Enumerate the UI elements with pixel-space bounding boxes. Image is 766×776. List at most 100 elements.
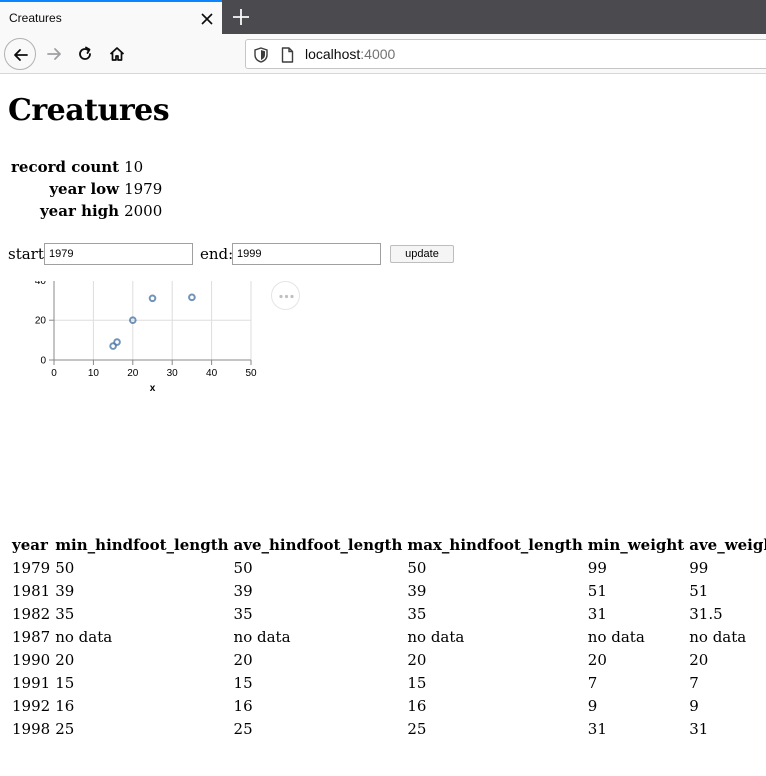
url-host: localhost bbox=[305, 46, 361, 62]
table-cell: 7 bbox=[689, 673, 699, 692]
table-cell: 15 bbox=[233, 673, 253, 692]
table-cell: 1992 bbox=[12, 696, 51, 715]
start-input[interactable] bbox=[44, 243, 193, 265]
table-cell: 39 bbox=[407, 581, 427, 600]
table-cell: 1981 bbox=[12, 581, 51, 600]
reload-button[interactable] bbox=[69, 38, 101, 70]
x-tick-label: 0 bbox=[51, 368, 57, 379]
table-cell: 1987 bbox=[12, 627, 51, 646]
table-cell: 20 bbox=[233, 650, 253, 669]
table-cell: 20 bbox=[587, 650, 607, 669]
table-cell: 31 bbox=[689, 719, 709, 738]
table-cell: 1991 bbox=[12, 673, 51, 692]
table-header-row: year min_hindfoot_length ave_hindfoot_le… bbox=[10, 535, 766, 555]
stats-label: year high bbox=[39, 202, 120, 220]
table-cell: 35 bbox=[407, 604, 427, 623]
end-input[interactable] bbox=[232, 243, 381, 265]
x-tick-label: 10 bbox=[88, 368, 100, 379]
column-header: ave_hindfoot_length bbox=[233, 536, 403, 554]
shield-icon[interactable] bbox=[254, 47, 268, 67]
chart-actions-menu[interactable] bbox=[271, 281, 300, 310]
table-cell: 15 bbox=[407, 673, 427, 692]
nav-bar: localhost:4000 bbox=[0, 34, 766, 74]
data-point[interactable] bbox=[148, 294, 157, 303]
reload-icon bbox=[79, 46, 91, 60]
table-cell: 16 bbox=[407, 696, 427, 715]
table-cell: 50 bbox=[55, 558, 75, 577]
stats-row-year-low: year low 1979 bbox=[10, 179, 163, 199]
table-cell: no data bbox=[55, 627, 113, 646]
update-button[interactable]: update bbox=[390, 245, 454, 263]
table-cell: 25 bbox=[407, 719, 427, 738]
x-tick-label: 40 bbox=[206, 368, 218, 379]
table-cell: 1979 bbox=[12, 558, 51, 577]
table-cell: no data bbox=[233, 627, 291, 646]
close-tab-icon[interactable] bbox=[199, 11, 215, 27]
table-cell: 20 bbox=[689, 650, 709, 669]
table-cell: 9 bbox=[689, 696, 699, 715]
table-cell: 25 bbox=[55, 719, 75, 738]
column-header: min_hindfoot_length bbox=[55, 536, 229, 554]
data-point[interactable] bbox=[188, 293, 196, 302]
table-row: 1992161616999 bbox=[10, 695, 766, 716]
table-cell: 16 bbox=[233, 696, 253, 715]
active-tab[interactable]: Creatures bbox=[0, 0, 222, 34]
home-button[interactable] bbox=[101, 38, 133, 70]
data-point[interactable] bbox=[113, 338, 121, 346]
tab-title: Creatures bbox=[9, 11, 62, 25]
table-row: 1987no datano datano datano datano datan… bbox=[10, 626, 766, 647]
column-header: max_hindfoot_length bbox=[407, 536, 583, 554]
home-icon bbox=[109, 47, 125, 61]
table-cell: 9 bbox=[587, 696, 598, 715]
table-cell: no data bbox=[587, 627, 645, 646]
column-header: ave_weight bbox=[689, 536, 766, 554]
table-cell: 39 bbox=[55, 581, 75, 600]
table-cell: 1998 bbox=[12, 719, 51, 738]
table-cell: 51 bbox=[587, 581, 607, 600]
column-header: year bbox=[12, 536, 48, 554]
table-cell: 99 bbox=[587, 558, 607, 577]
table-cell: no data bbox=[407, 627, 465, 646]
stats-table: record count 10 year low 1979 year high … bbox=[8, 155, 165, 223]
table-cell: 25 bbox=[233, 719, 253, 738]
stats-value: 1979 bbox=[124, 180, 163, 198]
table-cell: 35 bbox=[233, 604, 253, 623]
more-dots-icon bbox=[279, 294, 294, 299]
scatter-chart: 01020304050020406080100xy bbox=[35, 281, 257, 394]
x-axis-title: x bbox=[150, 383, 156, 394]
stats-label: year low bbox=[49, 180, 120, 198]
stats-row-record-count: record count 10 bbox=[10, 157, 163, 177]
back-button[interactable] bbox=[4, 38, 36, 70]
x-tick-label: 20 bbox=[127, 368, 139, 379]
page-content: Creatures record count 10 year low 1979 … bbox=[0, 75, 766, 776]
forward-button[interactable] bbox=[38, 38, 70, 70]
y-tick-label: 0 bbox=[40, 356, 46, 367]
y-tick-label: 20 bbox=[35, 316, 47, 327]
x-tick-label: 50 bbox=[245, 368, 257, 379]
table-cell: 16 bbox=[55, 696, 75, 715]
table-row: 1981393939515151 bbox=[10, 580, 766, 601]
y-tick-label: 40 bbox=[35, 281, 47, 287]
new-tab-icon[interactable] bbox=[230, 6, 252, 28]
table-cell: 20 bbox=[55, 650, 75, 669]
url-port: :4000 bbox=[360, 46, 396, 62]
stats-label: record count bbox=[11, 158, 120, 176]
results-table: year min_hindfoot_length ave_hindfoot_le… bbox=[8, 533, 766, 741]
url-bar[interactable]: localhost:4000 bbox=[245, 39, 766, 69]
table-cell: 15 bbox=[55, 673, 75, 692]
start-label: start: bbox=[8, 245, 49, 263]
column-header: min_weight bbox=[587, 536, 685, 554]
stats-value: 10 bbox=[124, 158, 144, 176]
stats-value: 2000 bbox=[124, 202, 163, 220]
page-icon[interactable] bbox=[281, 47, 294, 67]
table-cell: 50 bbox=[407, 558, 427, 577]
tab-bar: Creatures bbox=[0, 0, 766, 34]
x-tick-label: 30 bbox=[167, 368, 179, 379]
table-cell: 7 bbox=[587, 673, 598, 692]
table-cell: 20 bbox=[407, 650, 427, 669]
table-cell: 1990 bbox=[12, 650, 51, 669]
table-row: 1979505050999999 bbox=[10, 557, 766, 578]
end-label: end: bbox=[200, 245, 234, 263]
table-row: 1990202020202020 bbox=[10, 649, 766, 670]
table-row: 1991151515777 bbox=[10, 672, 766, 693]
